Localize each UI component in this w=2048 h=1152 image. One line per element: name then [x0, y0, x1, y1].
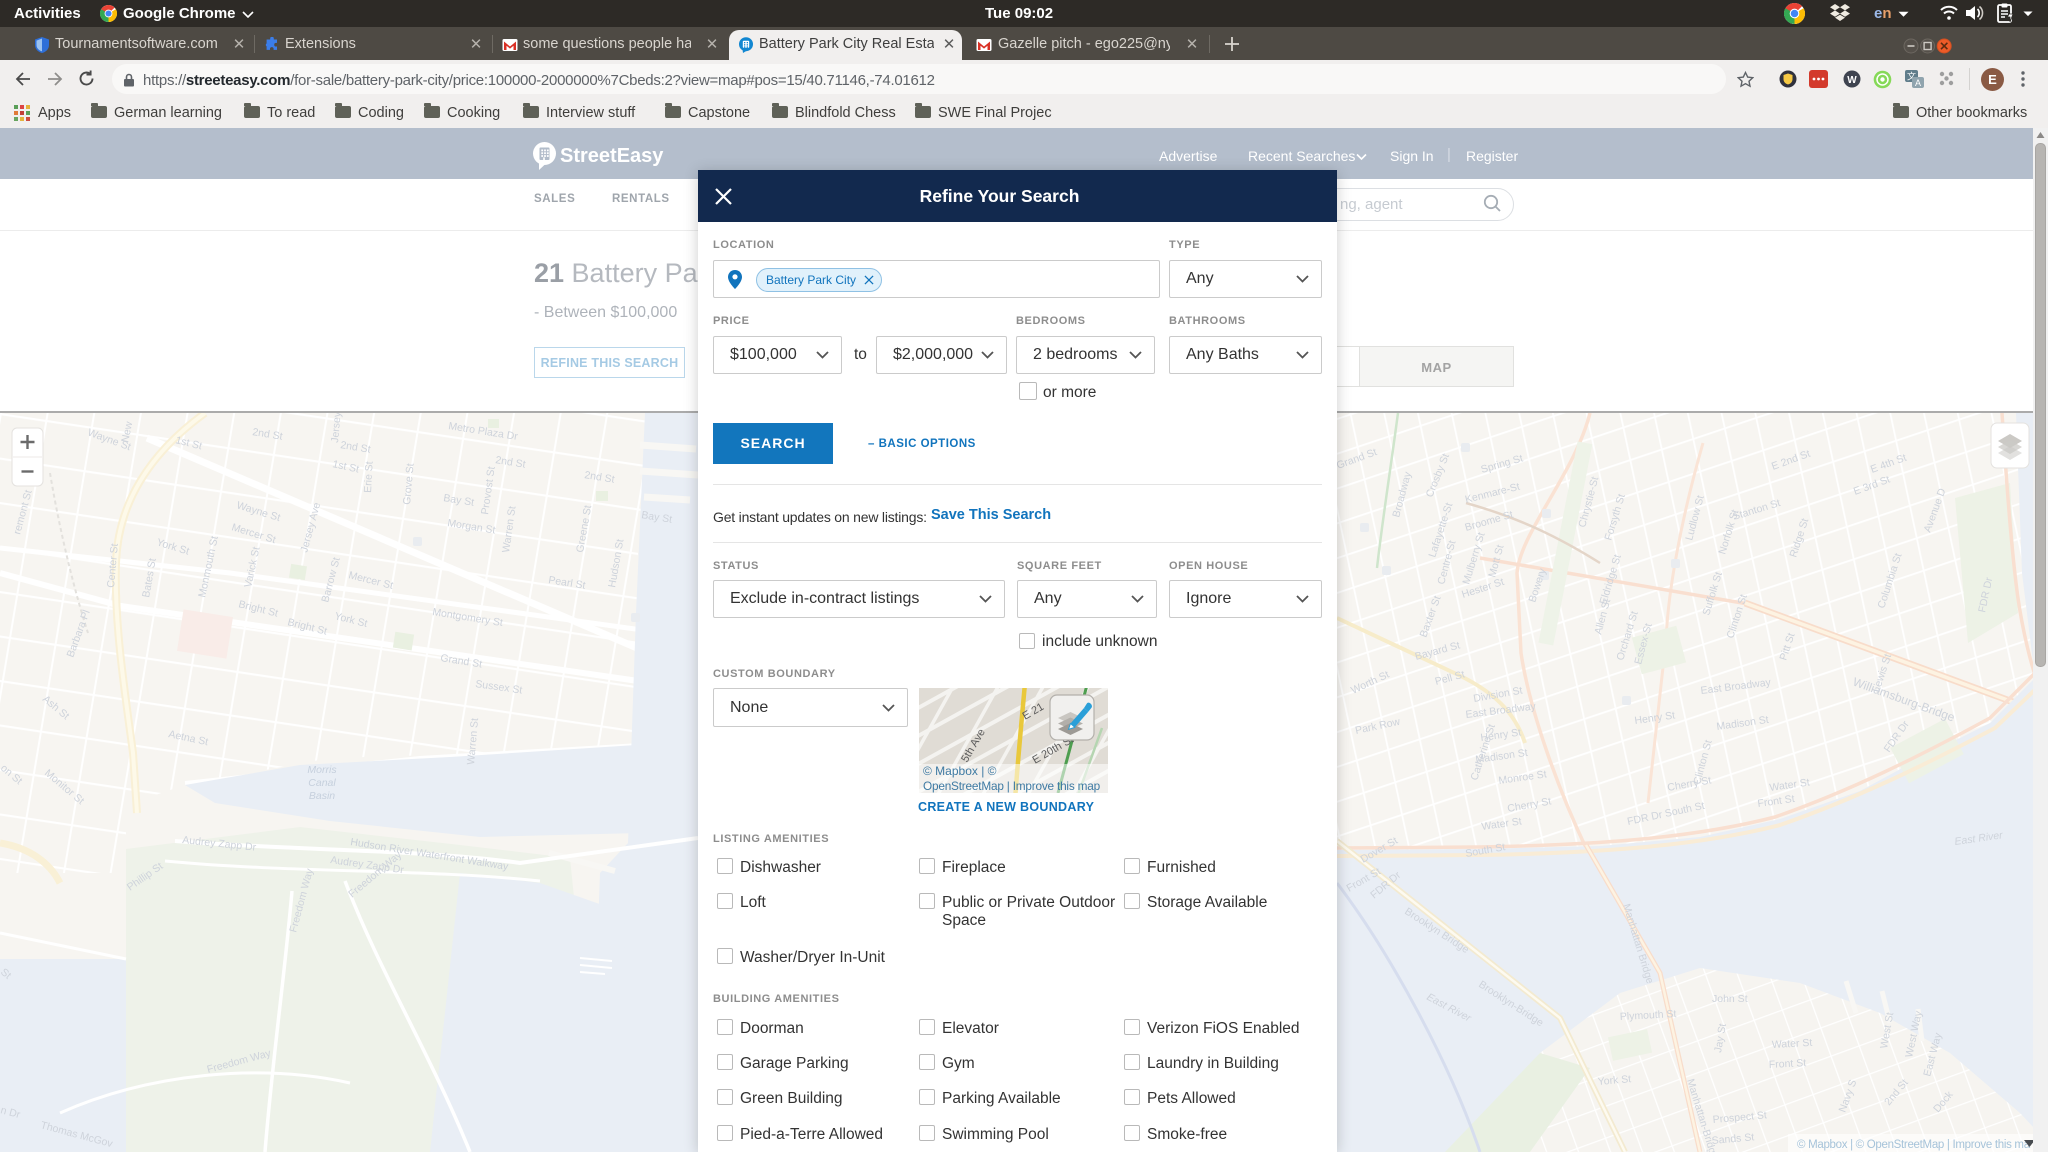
svg-text:John St: John St	[1712, 993, 1748, 1005]
svg-text:Canal: Canal	[308, 777, 336, 789]
svg-text:© Mapbox | ©: © Mapbox | ©	[923, 764, 997, 778]
svg-text:Erie St: Erie St	[362, 461, 376, 493]
svg-text:Front St: Front St	[1769, 1057, 1807, 1071]
svg-text:A: A	[1915, 78, 1921, 88]
svg-text:© Mapbox | © OpenStreetMap | I: © Mapbox | © OpenStreetMap | Improve thi…	[1797, 1139, 2031, 1151]
svg-text:Water St: Water St	[1772, 1037, 1813, 1051]
svg-text:W: W	[1847, 75, 1857, 86]
svg-text:OpenStreetMap | Improve this m: OpenStreetMap | Improve this map	[923, 779, 1101, 793]
svg-text:Basin: Basin	[309, 790, 335, 802]
svg-text:Morris: Morris	[307, 764, 337, 776]
